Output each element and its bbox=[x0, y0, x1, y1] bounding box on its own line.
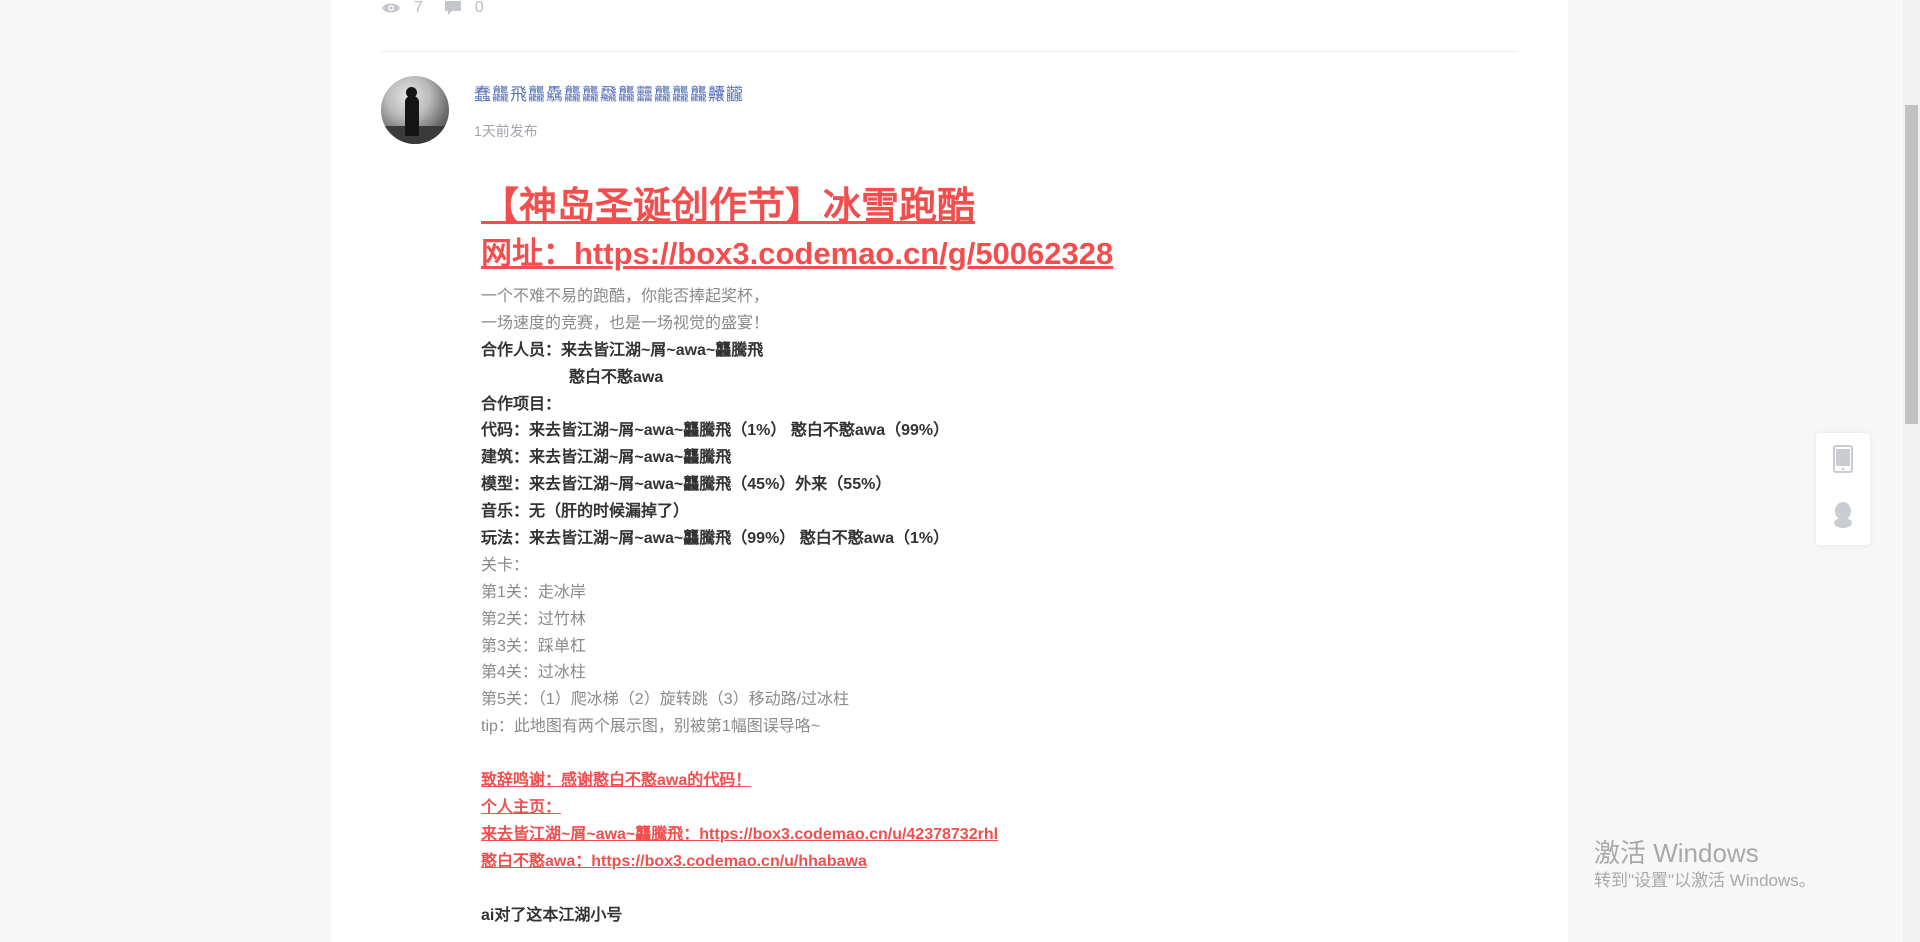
post-line: 音乐：无（肝的时候漏掉了） bbox=[481, 503, 690, 521]
post-line: 第1关：走冰岸 bbox=[481, 583, 586, 601]
divider bbox=[381, 51, 1518, 52]
qq-penguin-icon bbox=[1831, 501, 1855, 534]
author-name[interactable]: 蠢龘飛龘驫龘龘飝龘䨻龘龘龘齉龖 bbox=[474, 80, 744, 105]
post-line: 建筑：来去皆江湖~屑~awa~龘騰飛 bbox=[481, 449, 732, 467]
post-line: 第2关：过竹林 bbox=[481, 610, 586, 628]
eye-icon bbox=[381, 1, 401, 15]
watermark-subtitle: 转到"设置"以激活 Windows。 bbox=[1594, 871, 1816, 890]
post-line: 关卡： bbox=[481, 556, 530, 574]
post-line[interactable]: 来去皆江湖~屑~awa~龘騰飛：https://box3.codemao.cn/… bbox=[481, 822, 1481, 849]
post-line: 一个不难不易的跑酷，你能否捧起奖杯， bbox=[481, 288, 770, 305]
post-line: 代码：来去皆江湖~屑~awa~龘騰飛（1%） 憨白不憨awa（99%） bbox=[481, 422, 950, 440]
post-url-link[interactable]: 网址：https://box3.codemao.cn/g/50062328 bbox=[481, 232, 1481, 276]
post-line: 第3关：踩单杠 bbox=[481, 637, 586, 655]
post-title[interactable]: 【神岛圣诞创作节】冰雪跑酷 bbox=[481, 180, 1481, 232]
post-line: ai对了这本江湖小号 bbox=[481, 906, 623, 924]
post-line: 合作项目： bbox=[481, 395, 562, 413]
mobile-share-button[interactable] bbox=[1816, 433, 1870, 489]
post-body-headings: 【神岛圣诞创作节】冰雪跑酷 网址：https://box3.codemao.cn… bbox=[481, 180, 1481, 276]
post-body: 一个不难不易的跑酷，你能否捧起奖杯， 一场速度的竞赛，也是一场视觉的盛宴！ 合作人员… bbox=[481, 284, 1481, 930]
post-line: tip：此地图有两个展示图，别被第1幅图误导咯~ bbox=[481, 718, 821, 736]
post-line[interactable]: 致辞鸣谢：感谢憨白不憨awa的代码！ bbox=[481, 768, 1481, 795]
post-line[interactable]: 个人主页： bbox=[481, 795, 1481, 822]
post-line: 合作人员：来去皆江湖~屑~awa~龘騰飛 bbox=[481, 341, 764, 359]
scrollbar-thumb[interactable] bbox=[1905, 105, 1918, 424]
comment-icon bbox=[444, 0, 462, 16]
post-line: 玩法：来去皆江湖~屑~awa~龘騰飛（99%） 憨白不憨awa（1%） bbox=[481, 530, 950, 548]
windows-activation-watermark: 激活 Windows 转到"设置"以激活 Windows。 bbox=[1594, 838, 1816, 892]
post-time: 1天前发布 bbox=[474, 123, 538, 139]
avatar[interactable] bbox=[381, 76, 449, 144]
post-link-text[interactable]: 致辞鸣谢：感谢憨白不憨awa的代码！ bbox=[481, 772, 751, 789]
post-link-text[interactable]: 憨白不憨awa：https://box3.codemao.cn/u/hhabaw… bbox=[481, 853, 867, 870]
post-line: 一场速度的竞赛，也是一场视觉的盛宴！ bbox=[481, 314, 770, 332]
post-line: 憨白不憨awa bbox=[569, 368, 664, 386]
post-line: 模型：来去皆江湖~屑~awa~龘騰飛（45%）外来（55%） bbox=[481, 476, 892, 494]
qq-share-button[interactable] bbox=[1816, 489, 1870, 545]
post-link-text[interactable]: 来去皆江湖~屑~awa~龘騰飛：https://box3.codemao.cn/… bbox=[481, 826, 998, 843]
post-stats: 7 0 bbox=[381, 0, 505, 16]
post-line: 第4关：过冰柱 bbox=[481, 664, 586, 682]
floating-sidebar bbox=[1816, 433, 1870, 545]
comments-count: 0 bbox=[474, 0, 484, 16]
post-line: 第5关：（1）爬冰梯（2）旋转跳（3）移动路/过冰柱 bbox=[481, 691, 850, 709]
post-line[interactable]: 憨白不憨awa：https://box3.codemao.cn/u/hhabaw… bbox=[481, 849, 1481, 876]
tablet-icon bbox=[1833, 444, 1853, 478]
post-link-text[interactable]: 个人主页： bbox=[481, 799, 561, 816]
views-count: 7 bbox=[414, 0, 423, 16]
watermark-title: 激活 Windows bbox=[1594, 838, 1759, 868]
